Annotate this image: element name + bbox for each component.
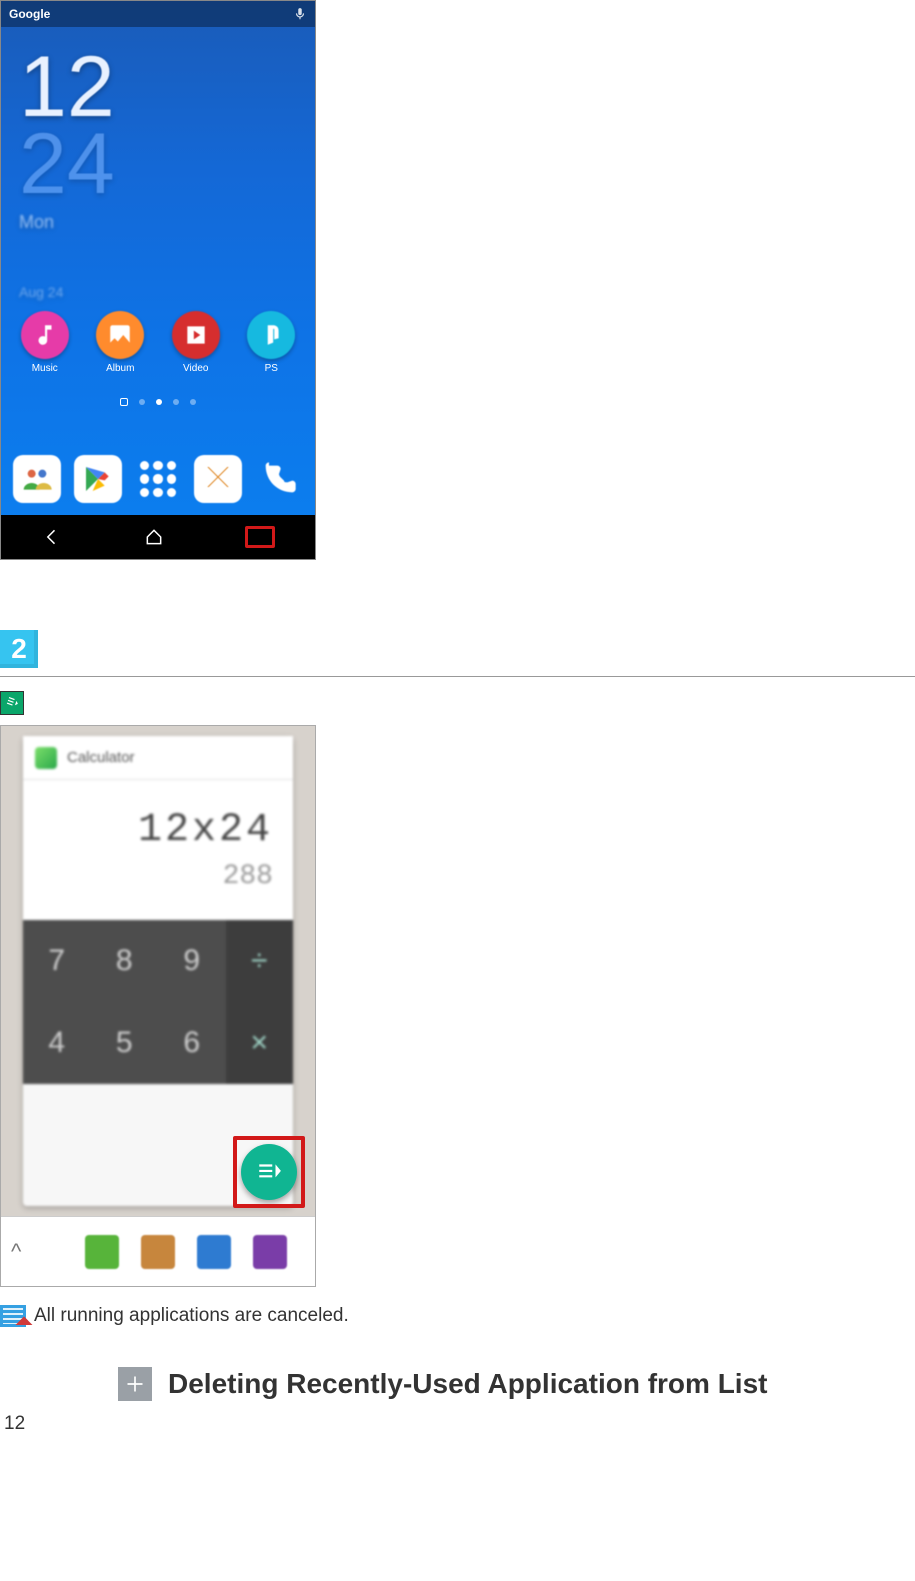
small-app-3[interactable] (197, 1235, 231, 1269)
step-2-marker: 2 (0, 630, 915, 668)
recent-app-title: Calculator (67, 749, 135, 766)
navigation-bar (1, 515, 315, 559)
small-apps-caret-icon[interactable]: ^ (11, 1239, 21, 1265)
close-all-inline-icon (0, 691, 24, 715)
status-bar: Google (1, 1, 315, 27)
small-app-2[interactable] (141, 1235, 175, 1269)
homescreen-screenshot: Google 12 24 Mon Aug 24 Music Album (0, 0, 316, 560)
clock-widget: 12 24 Mon Aug 24 (19, 49, 115, 307)
small-apps-bar: ^ (1, 1216, 315, 1286)
calc-key: 4 (23, 1002, 91, 1084)
page-indicator (1, 397, 315, 408)
calc-key: × (226, 1002, 294, 1084)
status-bar-search-label: Google (9, 7, 50, 21)
playstation-icon (247, 311, 295, 359)
step-separator (0, 676, 915, 677)
calc-key: 5 (91, 1002, 159, 1084)
media-item-label: Album (106, 363, 134, 374)
video-icon (172, 311, 220, 359)
clock-day: Mon (19, 214, 115, 230)
calc-key: ÷ (226, 920, 294, 1002)
dock-apps-icon[interactable] (134, 455, 182, 503)
clock-minute: 24 (19, 116, 115, 212)
recents-screenshot: Calculator 12x24 288 7 8 9 ÷ 4 5 6 × (0, 725, 316, 1287)
calc-key: 7 (23, 920, 91, 1002)
media-item-album[interactable]: Album (88, 311, 152, 374)
small-app-4[interactable] (253, 1235, 287, 1269)
plus-icon (118, 1367, 152, 1401)
media-item-ps[interactable]: PS (239, 311, 303, 374)
calculator-keypad: 7 8 9 ÷ 4 5 6 × (23, 920, 293, 1084)
status-bar-mic-icon (293, 7, 307, 21)
section-heading: Deleting Recently-Used Application from … (118, 1367, 915, 1401)
album-icon (96, 311, 144, 359)
step-number-badge: 2 (0, 630, 38, 668)
result-bullet: All running applications are canceled. (0, 1305, 915, 1327)
media-item-label: Music (32, 363, 58, 374)
clock-date: Aug 24 (19, 284, 63, 300)
nav-back-icon[interactable] (41, 526, 63, 548)
page-number: 12 (4, 1413, 25, 1435)
media-item-video[interactable]: Video (164, 311, 228, 374)
small-app-1[interactable] (85, 1235, 119, 1269)
nav-recent-icon-highlighted[interactable] (245, 526, 275, 548)
media-item-music[interactable]: Music (13, 311, 77, 374)
dock-playstore-icon[interactable] (74, 455, 122, 503)
media-item-label: Video (183, 363, 208, 374)
dock-phone-icon[interactable] (255, 455, 303, 503)
media-item-label: PS (265, 363, 278, 374)
calc-expression: 12x24 (138, 808, 273, 853)
dock-contacts-icon[interactable] (13, 455, 61, 503)
dock-mail-icon[interactable] (194, 455, 242, 503)
music-icon (21, 311, 69, 359)
calc-result: 288 (223, 861, 273, 892)
result-bullet-icon (0, 1305, 26, 1327)
result-bullet-text: All running applications are canceled. (34, 1305, 349, 1327)
calculator-app-icon (35, 747, 57, 769)
calculator-display: 12x24 288 (23, 780, 293, 920)
close-all-highlight-box (233, 1136, 305, 1208)
section-heading-text: Deleting Recently-Used Application from … (168, 1368, 767, 1400)
media-app-row: Music Album Video PS (1, 311, 315, 374)
calc-key: 9 (158, 920, 226, 1002)
calc-key: 6 (158, 1002, 226, 1084)
calc-key: 8 (91, 920, 159, 1002)
nav-home-icon[interactable] (143, 526, 165, 548)
recent-app-titlebar: Calculator (23, 736, 293, 780)
dock (1, 443, 315, 515)
